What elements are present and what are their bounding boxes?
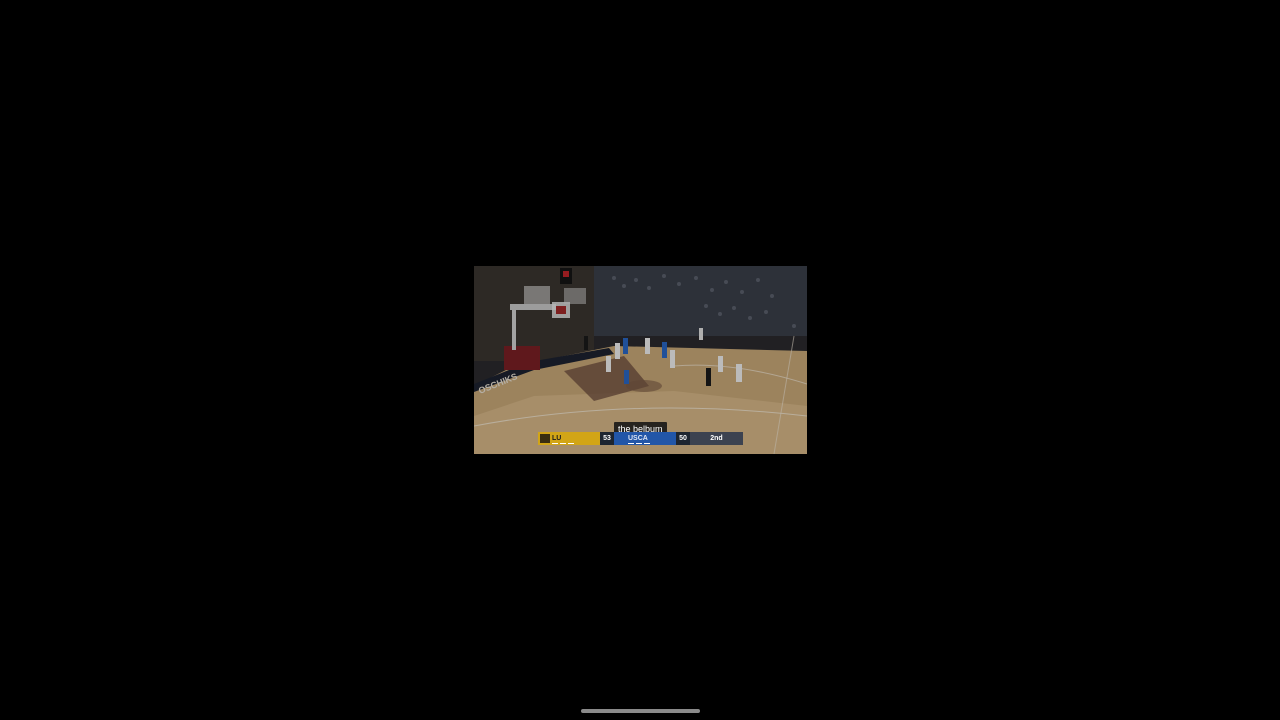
home-team-panel: LU [538,432,600,445]
home-team-logo-icon [540,434,550,443]
away-score: 50 [676,432,690,445]
home-team-fouls [552,443,574,444]
away-team-name: USCA [628,435,648,442]
home-indicator-bar[interactable] [581,709,700,713]
home-score: 53 [600,432,614,445]
video-player[interactable]: OSCHIKS the belbum LU 53 USCA 50 2nd [474,266,807,454]
screen: OSCHIKS the belbum LU 53 USCA 50 2nd [0,0,1280,720]
away-team-panel: USCA [614,432,676,445]
away-team-fouls [628,443,650,444]
game-period: 2nd [690,432,743,445]
scorebug: LU 53 USCA 50 2nd [538,432,743,445]
home-team-name: LU [552,435,562,442]
